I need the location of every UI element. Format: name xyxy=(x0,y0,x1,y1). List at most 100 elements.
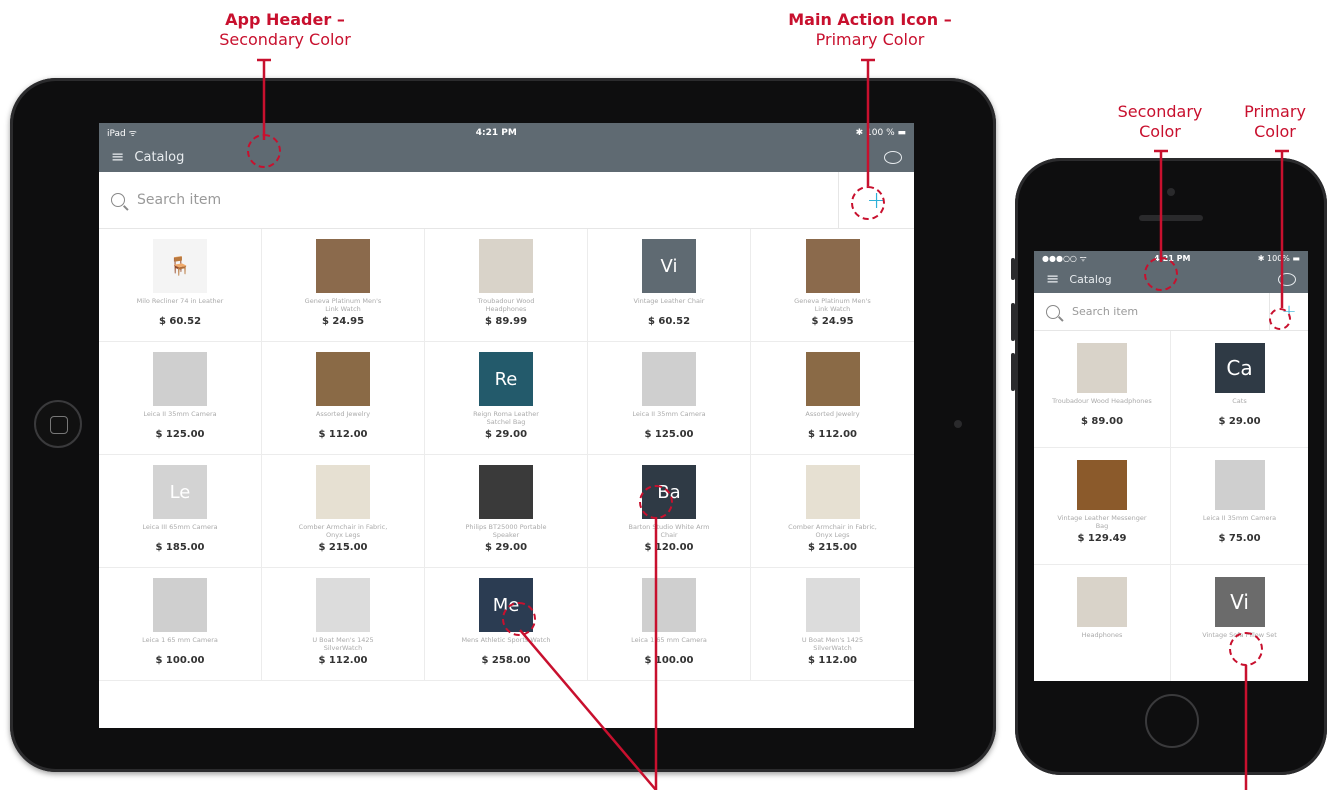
product-price: $ 29.00 xyxy=(484,429,528,440)
product-thumbnail xyxy=(316,578,370,632)
product-name: Vintage Leather Messenger Bag xyxy=(1057,514,1147,530)
tile-callout xyxy=(502,602,536,636)
iphone-screen: ●●●○○ ᯤ 4:21 PM ✱ 100% ▬ ≡ Catalog Searc… xyxy=(1034,251,1308,681)
main-action-annotation: Main Action Icon – Primary Color xyxy=(780,10,960,50)
product-grid: Troubadour Wood Headphones $ 89.00 Ca Cats $… xyxy=(1034,331,1308,681)
search-bar: Search item + xyxy=(1034,293,1308,331)
product-tile[interactable]: Troubadour Wood Headphones $ 89.00 xyxy=(1034,331,1171,448)
product-price: $ 112.00 xyxy=(807,429,858,440)
iphone-secondary-annotation: Secondary Color xyxy=(1110,102,1210,142)
product-tile[interactable]: Comber Armchair in Fabric, Onyx Legs $ 21… xyxy=(751,455,914,568)
annotation-bold-label: Main Action Icon – xyxy=(788,10,952,29)
annotation-label: Secondary xyxy=(1117,102,1203,121)
product-tile[interactable]: Philips BT25000 Portable Speaker $ 29.00 xyxy=(425,455,588,568)
product-thumbnail xyxy=(479,239,533,293)
search-placeholder: Search item xyxy=(137,192,222,208)
product-name: Cats xyxy=(1232,397,1247,405)
hamburger-menu-icon[interactable]: ≡ xyxy=(111,149,124,165)
iphone-action-callout xyxy=(1269,308,1291,330)
product-thumbnail xyxy=(479,465,533,519)
product-tile[interactable]: Leica 1 65 mm Camera $ 100.00 xyxy=(99,568,262,681)
home-button[interactable] xyxy=(34,400,82,448)
action-callout xyxy=(851,186,885,220)
search-placeholder: Search item xyxy=(1072,305,1139,318)
product-tile[interactable]: Leica II 35mm Camera $ 75.00 xyxy=(1171,448,1308,565)
product-tile[interactable]: Comber Armchair in Fabric, Onyx Legs $ 21… xyxy=(262,455,425,568)
hamburger-menu-icon[interactable]: ≡ xyxy=(1046,271,1059,287)
product-thumbnail xyxy=(805,239,860,293)
app-header: ≡ Catalog xyxy=(99,142,914,172)
earpiece xyxy=(1139,215,1203,221)
product-name: U Boat Men's 1425 SilverWatch xyxy=(312,636,374,652)
product-price: $ 112.00 xyxy=(807,655,858,666)
product-thumbnail xyxy=(316,352,370,406)
battery-label: ✱ 100 % ▬ xyxy=(855,127,906,138)
annotation-label: Color xyxy=(1254,122,1296,141)
product-price: $ 60.52 xyxy=(647,316,691,327)
product-tile[interactable]: Troubadour Wood Headphones $ 89.99 xyxy=(425,229,588,342)
product-price: $ 215.00 xyxy=(318,542,368,553)
product-tile[interactable]: Re Reign Roma Leather Satchel Bag $ 29.00 xyxy=(425,342,588,455)
product-tile[interactable]: Assorted Jewelry $ 112.00 xyxy=(262,342,425,455)
product-price: $ 29.00 xyxy=(1218,416,1261,427)
product-price: $ 120.00 xyxy=(644,542,694,553)
product-name: Geneva Platinum Men's Link Watch xyxy=(794,297,871,313)
product-price: $ 24.95 xyxy=(321,316,365,327)
product-tile[interactable]: U Boat Men's 1425 SilverWatch $ 112.00 xyxy=(262,568,425,681)
product-name: Leica III 65mm Camera xyxy=(142,523,218,531)
product-name: Leica II 35mm Camera xyxy=(1202,514,1277,522)
product-price: $ 89.99 xyxy=(484,316,528,327)
search-icon xyxy=(111,193,125,207)
product-thumbnail: Vi xyxy=(642,239,696,293)
speech-bubble-icon[interactable] xyxy=(1278,272,1296,286)
product-name: Leica 1 65 mm Camera xyxy=(631,636,707,644)
search-icon xyxy=(1046,304,1060,319)
status-bar: iPad ᯤ 4:21 PM ✱ 100 % ▬ xyxy=(99,123,914,142)
product-name: U Boat Men's 1425 SilverWatch xyxy=(801,636,864,652)
product-thumbnail xyxy=(805,465,860,519)
ipad-screen: iPad ᯤ 4:21 PM ✱ 100 % ▬ ≡ Catalog Searc… xyxy=(99,123,914,728)
product-tile[interactable]: Vi Vintage Leather Chair $ 60.52 xyxy=(588,229,751,342)
product-name: Assorted Jewelry xyxy=(315,410,371,418)
product-thumbnail xyxy=(1214,460,1265,510)
speech-bubble-icon[interactable] xyxy=(884,150,902,164)
search-input[interactable]: Search item xyxy=(99,172,839,228)
product-price: $ 24.95 xyxy=(811,316,854,327)
annotation-label: Primary Color xyxy=(815,30,925,49)
product-tile[interactable]: Vintage Leather Messenger Bag $ 129.49 xyxy=(1034,448,1171,565)
product-thumbnail xyxy=(316,465,370,519)
iphone-home-button[interactable] xyxy=(1145,694,1199,748)
product-tile[interactable]: Leica 1 65 mm Camera $ 100.00 xyxy=(588,568,751,681)
iphone-device: ●●●○○ ᯤ 4:21 PM ✱ 100% ▬ ≡ Catalog Searc… xyxy=(1011,158,1327,775)
status-time: 4:21 PM xyxy=(475,127,517,138)
carrier-label: ●●●○○ ᯤ xyxy=(1042,253,1087,263)
product-name: Leica 1 65 mm Camera xyxy=(142,636,218,644)
product-price: $ 60.52 xyxy=(158,316,202,327)
iphone-tile-callout xyxy=(1229,632,1263,666)
ipad-device: iPad ᯤ 4:21 PM ✱ 100 % ▬ ≡ Catalog Searc… xyxy=(10,78,996,772)
product-tile[interactable]: Geneva Platinum Men's Link Watch $ 24.95 xyxy=(262,229,425,342)
product-price: $ 100.00 xyxy=(155,655,205,666)
product-tile[interactable]: Geneva Platinum Men's Link Watch $ 24.95 xyxy=(751,229,914,342)
product-price: $ 185.00 xyxy=(155,542,205,553)
product-price: $ 112.00 xyxy=(318,429,368,440)
product-tile[interactable]: 🪑 Milo Recliner 74 in Leather $ 60.52 xyxy=(99,229,262,342)
product-name: Comber Armchair in Fabric, Onyx Legs xyxy=(788,523,877,539)
product-tile[interactable]: Assorted Jewelry $ 112.00 xyxy=(751,342,914,455)
product-tile[interactable]: Leica II 35mm Camera $ 125.00 xyxy=(99,342,262,455)
search-input[interactable]: Search item xyxy=(1034,293,1270,330)
product-tile[interactable]: Headphones xyxy=(1034,565,1171,681)
product-name: Milo Recliner 74 in Leather xyxy=(136,297,224,305)
product-tile[interactable]: U Boat Men's 1425 SilverWatch $ 112.00 xyxy=(751,568,914,681)
product-tile[interactable]: Le Leica III 65mm Camera $ 185.00 xyxy=(99,455,262,568)
product-price: $ 29.00 xyxy=(484,542,528,553)
product-name: Reign Roma Leather Satchel Bag xyxy=(473,410,539,426)
annotation-bold-label: App Header – xyxy=(225,10,345,29)
iphone-primary-annotation: Primary Color xyxy=(1235,102,1315,142)
product-thumbnail xyxy=(1077,343,1127,393)
mute-switch xyxy=(1011,258,1015,280)
product-price: $ 129.49 xyxy=(1077,533,1127,544)
product-tile[interactable]: Ca Cats $ 29.00 xyxy=(1171,331,1308,448)
product-price: $ 125.00 xyxy=(644,429,694,440)
product-tile[interactable]: Leica II 35mm Camera $ 125.00 xyxy=(588,342,751,455)
